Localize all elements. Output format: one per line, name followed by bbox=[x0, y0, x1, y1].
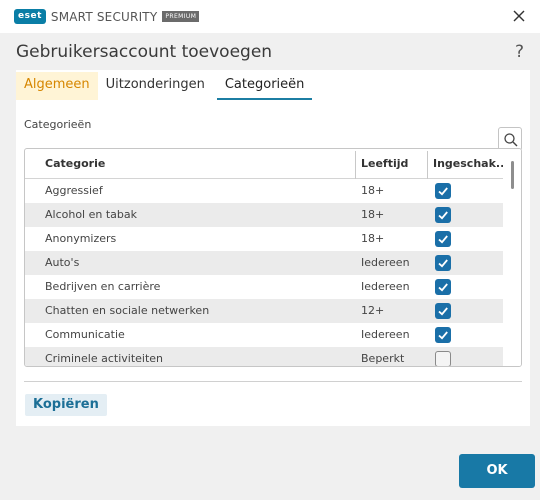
enabled-checkbox[interactable] bbox=[435, 303, 451, 319]
help-icon[interactable]: ? bbox=[515, 42, 524, 62]
age-rating: Iedereen bbox=[361, 328, 410, 341]
age-rating: 12+ bbox=[361, 304, 385, 317]
dialog-title: Gebruikersaccount toevoegen bbox=[16, 42, 273, 62]
tab-exceptions[interactable]: Uitzonderingen bbox=[98, 72, 213, 100]
table-row[interactable]: Anonymizers 18+ bbox=[25, 227, 503, 251]
enabled-checkbox[interactable] bbox=[435, 351, 451, 366]
column-header-enabled[interactable]: Ingeschak... bbox=[433, 149, 503, 179]
checkmark-icon bbox=[438, 259, 448, 268]
table-row[interactable]: Bedrijven en carrière Iedereen bbox=[25, 275, 503, 299]
column-separator[interactable] bbox=[427, 151, 428, 179]
enabled-checkbox[interactable] bbox=[435, 207, 451, 223]
close-button[interactable] bbox=[510, 7, 528, 25]
table-row[interactable]: Aggressief 18+ bbox=[25, 179, 503, 203]
search-icon bbox=[504, 133, 518, 147]
age-rating: Iedereen bbox=[361, 280, 410, 293]
brand: eset SMART SECURITY PREMIUM bbox=[14, 9, 200, 24]
table-scrollbar[interactable] bbox=[503, 149, 521, 366]
table-body: Aggressief 18+ Alcohol en tabak 18+ Anon… bbox=[25, 179, 503, 366]
age-rating: Beperkt bbox=[361, 352, 405, 365]
categories-table: Categorie Leeftijd Ingeschak... Aggressi… bbox=[24, 148, 522, 367]
checkmark-icon bbox=[438, 331, 448, 340]
column-header-age[interactable]: Leeftijd bbox=[361, 149, 431, 179]
category-name: Communicatie bbox=[45, 328, 125, 341]
ok-button[interactable]: OK bbox=[459, 454, 535, 488]
title-bar: eset SMART SECURITY PREMIUM bbox=[0, 0, 540, 33]
checkmark-icon bbox=[438, 187, 448, 196]
edition-badge: PREMIUM bbox=[162, 11, 200, 22]
checkmark-icon bbox=[438, 283, 448, 292]
tab-bar: Algemeen Uitzonderingen Categorieën bbox=[16, 72, 313, 100]
category-name: Aggressief bbox=[45, 184, 103, 197]
table-header: Categorie Leeftijd Ingeschak... bbox=[25, 149, 503, 179]
category-name: Chatten en sociale netwerken bbox=[45, 304, 210, 317]
category-name: Bedrijven en carrière bbox=[45, 280, 161, 293]
table-row[interactable]: Communicatie Iedereen bbox=[25, 323, 503, 347]
scroll-thumb[interactable] bbox=[511, 161, 514, 189]
tab-categories[interactable]: Categorieën bbox=[216, 72, 313, 100]
checkmark-icon bbox=[438, 307, 448, 316]
divider bbox=[24, 381, 522, 382]
enabled-checkbox[interactable] bbox=[435, 279, 451, 295]
close-icon bbox=[513, 10, 525, 22]
product-name: SMART SECURITY bbox=[50, 9, 158, 24]
copy-button[interactable]: Kopiëren bbox=[25, 394, 107, 416]
main-panel: Algemeen Uitzonderingen Categorieën Cate… bbox=[16, 70, 530, 426]
checkmark-icon bbox=[438, 211, 448, 220]
category-name: Anonymizers bbox=[45, 232, 117, 245]
table-row[interactable]: Auto's Iedereen bbox=[25, 251, 503, 275]
age-rating: 18+ bbox=[361, 232, 385, 245]
category-name: Auto's bbox=[45, 256, 80, 269]
category-name: Criminele activiteiten bbox=[45, 352, 164, 365]
column-separator[interactable] bbox=[355, 151, 356, 179]
column-header-category[interactable]: Categorie bbox=[45, 149, 355, 179]
table-row[interactable]: Criminele activiteiten Beperkt bbox=[25, 347, 503, 366]
enabled-checkbox[interactable] bbox=[435, 327, 451, 343]
category-name: Alcohol en tabak bbox=[45, 208, 137, 221]
enabled-checkbox[interactable] bbox=[435, 231, 451, 247]
table-row[interactable]: Alcohol en tabak 18+ bbox=[25, 203, 503, 227]
age-rating: Iedereen bbox=[361, 256, 410, 269]
enabled-checkbox[interactable] bbox=[435, 255, 451, 271]
age-rating: 18+ bbox=[361, 184, 385, 197]
section-label: Categorieën bbox=[24, 118, 92, 131]
age-rating: 18+ bbox=[361, 208, 385, 221]
enabled-checkbox[interactable] bbox=[435, 183, 451, 199]
eset-logo: eset bbox=[14, 9, 46, 24]
table-row[interactable]: Chatten en sociale netwerken 12+ bbox=[25, 299, 503, 323]
tab-general[interactable]: Algemeen bbox=[16, 72, 98, 100]
checkmark-icon bbox=[438, 235, 448, 244]
